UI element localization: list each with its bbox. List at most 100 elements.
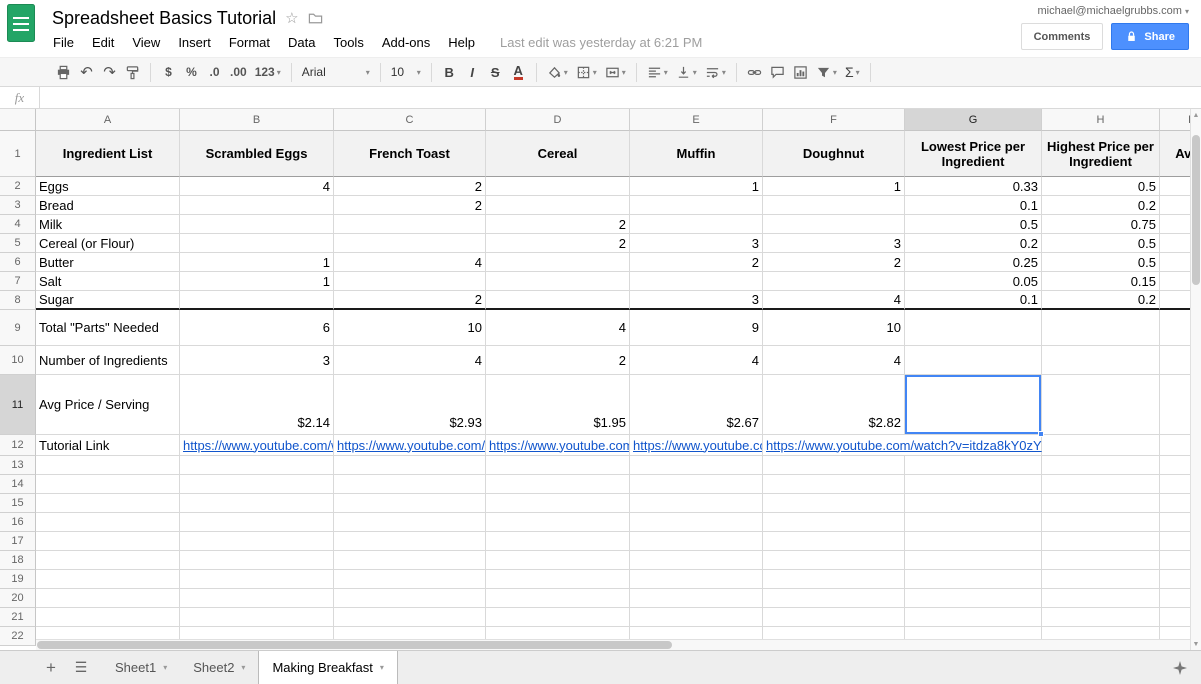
- cell-C1[interactable]: French Toast: [334, 131, 486, 177]
- cell-D9[interactable]: 4: [486, 310, 630, 346]
- cell-H18[interactable]: [1042, 551, 1160, 570]
- last-edit-status[interactable]: Last edit was yesterday at 6:21 PM: [500, 35, 702, 50]
- cell-C11[interactable]: $2.93: [334, 375, 486, 435]
- cell-F10[interactable]: 4: [763, 346, 905, 375]
- column-header-B[interactable]: B: [180, 109, 334, 131]
- cell-B6[interactable]: 1: [180, 253, 334, 272]
- cell-E1[interactable]: Muffin: [630, 131, 763, 177]
- cell-G13[interactable]: [905, 456, 1042, 475]
- cell-G9[interactable]: [905, 310, 1042, 346]
- cell-G2[interactable]: 0.33: [905, 177, 1042, 196]
- cell-D13[interactable]: [486, 456, 630, 475]
- cell-F1[interactable]: Doughnut: [763, 131, 905, 177]
- cell-F17[interactable]: [763, 532, 905, 551]
- row-header-19[interactable]: 19: [0, 570, 36, 589]
- cell-C17[interactable]: [334, 532, 486, 551]
- merge-cells-button[interactable]: ▾: [601, 60, 630, 84]
- share-button[interactable]: Share: [1111, 23, 1189, 50]
- cell-A7[interactable]: Salt: [36, 272, 180, 291]
- row-header-17[interactable]: 17: [0, 532, 36, 551]
- cell-B3[interactable]: [180, 196, 334, 215]
- borders-button[interactable]: ▾: [572, 60, 601, 84]
- cell-F12[interactable]: https://www.youtube.com/watch?v=itdza8kY…: [763, 435, 905, 456]
- cell-A14[interactable]: [36, 475, 180, 494]
- cell-D5[interactable]: 2: [486, 234, 630, 253]
- cell-H2[interactable]: 0.5: [1042, 177, 1160, 196]
- cell-C3[interactable]: 2: [334, 196, 486, 215]
- menu-format[interactable]: Format: [220, 33, 279, 52]
- menu-help[interactable]: Help: [439, 33, 484, 52]
- horizontal-scroll-thumb[interactable]: [37, 641, 672, 649]
- row-header-9[interactable]: 9: [0, 310, 36, 346]
- cell-E11[interactable]: $2.67: [630, 375, 763, 435]
- cell-B21[interactable]: [180, 608, 334, 627]
- cell-B15[interactable]: [180, 494, 334, 513]
- functions-button[interactable]: Σ▾: [841, 60, 864, 84]
- selection-handle[interactable]: [1038, 431, 1044, 437]
- row-header-20[interactable]: 20: [0, 589, 36, 608]
- cell-D8[interactable]: [486, 291, 630, 310]
- cell-D6[interactable]: [486, 253, 630, 272]
- cell-A5[interactable]: Cereal (or Flour): [36, 234, 180, 253]
- cell-D3[interactable]: [486, 196, 630, 215]
- cell-C6[interactable]: 4: [334, 253, 486, 272]
- cell-F7[interactable]: [763, 272, 905, 291]
- row-header-1[interactable]: 1: [0, 131, 36, 177]
- cell-A15[interactable]: [36, 494, 180, 513]
- cell-D7[interactable]: [486, 272, 630, 291]
- row-header-14[interactable]: 14: [0, 475, 36, 494]
- cell-F5[interactable]: 3: [763, 234, 905, 253]
- cell-D15[interactable]: [486, 494, 630, 513]
- strikethrough-button[interactable]: S: [484, 60, 507, 84]
- cell-B8[interactable]: [180, 291, 334, 310]
- column-header-H[interactable]: H: [1042, 109, 1160, 131]
- filter-button[interactable]: ▾: [812, 60, 841, 84]
- cell-H9[interactable]: [1042, 310, 1160, 346]
- all-sheets-icon[interactable]: ☰: [66, 651, 96, 684]
- row-header-13[interactable]: 13: [0, 456, 36, 475]
- insert-comment-button[interactable]: [766, 60, 789, 84]
- cell-A17[interactable]: [36, 532, 180, 551]
- cell-D10[interactable]: 2: [486, 346, 630, 375]
- folder-icon[interactable]: [308, 11, 323, 26]
- cell-C16[interactable]: [334, 513, 486, 532]
- menu-tools[interactable]: Tools: [324, 33, 372, 52]
- cell-D1[interactable]: Cereal: [486, 131, 630, 177]
- insert-chart-button[interactable]: [789, 60, 812, 84]
- cell-H5[interactable]: 0.5: [1042, 234, 1160, 253]
- cell-H17[interactable]: [1042, 532, 1160, 551]
- cell-A16[interactable]: [36, 513, 180, 532]
- text-wrap-button[interactable]: ▾: [701, 60, 730, 84]
- cell-A13[interactable]: [36, 456, 180, 475]
- fill-color-button[interactable]: ▾: [543, 60, 572, 84]
- cell-G14[interactable]: [905, 475, 1042, 494]
- cell-G17[interactable]: [905, 532, 1042, 551]
- sheet-tab-making-breakfast[interactable]: Making Breakfast▾: [258, 651, 397, 684]
- cell-B9[interactable]: 6: [180, 310, 334, 346]
- cell-B19[interactable]: [180, 570, 334, 589]
- cell-H21[interactable]: [1042, 608, 1160, 627]
- cell-D12[interactable]: https://www.youtube.com/v: [486, 435, 630, 456]
- cell-C20[interactable]: [334, 589, 486, 608]
- cell-A4[interactable]: Milk: [36, 215, 180, 234]
- cell-C7[interactable]: [334, 272, 486, 291]
- cell-A2[interactable]: Eggs: [36, 177, 180, 196]
- cell-H20[interactable]: [1042, 589, 1160, 608]
- cell-E9[interactable]: 9: [630, 310, 763, 346]
- cell-F4[interactable]: [763, 215, 905, 234]
- cell-G18[interactable]: [905, 551, 1042, 570]
- cell-F2[interactable]: 1: [763, 177, 905, 196]
- cell-E10[interactable]: 4: [630, 346, 763, 375]
- cell-H10[interactable]: [1042, 346, 1160, 375]
- cell-G5[interactable]: 0.2: [905, 234, 1042, 253]
- cell-C18[interactable]: [334, 551, 486, 570]
- cell-B12[interactable]: https://www.youtube.com/wa: [180, 435, 334, 456]
- increase-decimals-button[interactable]: .00: [226, 60, 251, 84]
- cell-D4[interactable]: 2: [486, 215, 630, 234]
- cell-C8[interactable]: 2: [334, 291, 486, 310]
- cell-A21[interactable]: [36, 608, 180, 627]
- cell-H11[interactable]: [1042, 375, 1160, 435]
- cell-G6[interactable]: 0.25: [905, 253, 1042, 272]
- row-header-22[interactable]: 22: [0, 627, 36, 646]
- cell-D19[interactable]: [486, 570, 630, 589]
